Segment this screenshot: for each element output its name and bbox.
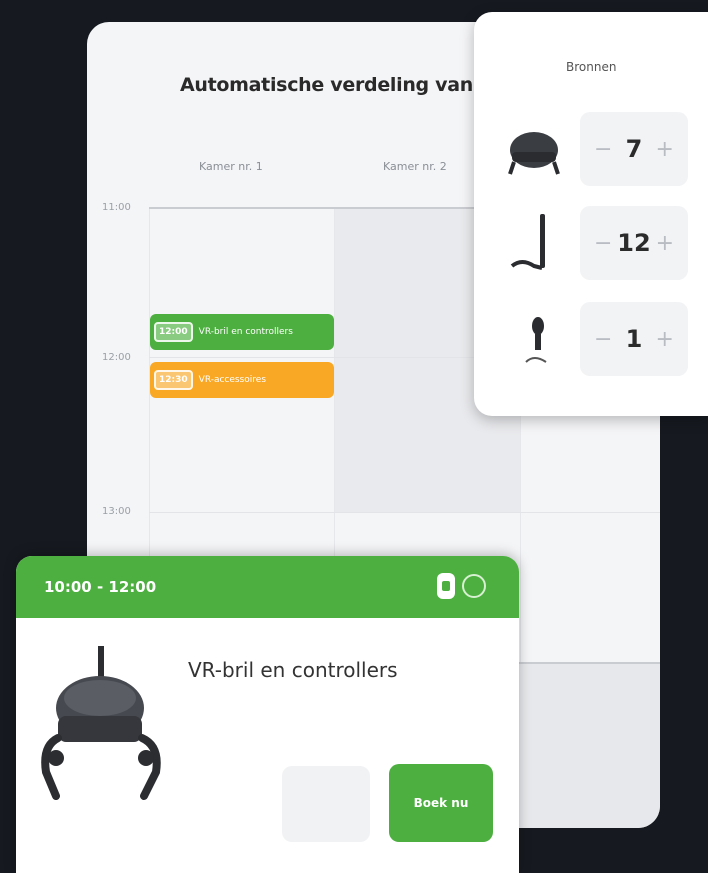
quantity-stepper-controller[interactable]: − 12 + [580, 206, 688, 280]
calendar-event[interactable]: 12:30 VR-accessoires [150, 362, 334, 398]
event-label: VR-bril en controllers [198, 327, 293, 337]
decrease-button[interactable]: − [594, 327, 612, 352]
book-now-button[interactable]: Boek nu [389, 764, 493, 842]
resources-panel: Bronnen − 7 + − 12 + − 1 + [474, 12, 708, 416]
quantity-value: 12 [617, 229, 651, 257]
quantity-value: 1 [625, 325, 643, 353]
secondary-button[interactable] [282, 766, 370, 842]
room-label-1: Kamer nr. 1 [199, 160, 263, 173]
resource-name: VR-bril en controllers [188, 658, 398, 682]
room-label-2: Kamer nr. 2 [383, 160, 447, 173]
vr-headset-image [41, 646, 161, 800]
calendar-event[interactable]: 12:00 VR-bril en controllers [150, 314, 334, 350]
vr-headset-icon [508, 132, 560, 175]
time-gridline [149, 512, 660, 513]
event-label: VR-accessoires [198, 375, 267, 385]
time-label: 11:00 [102, 202, 131, 213]
vr-accessory-icon [525, 317, 547, 363]
event-time: 12:00 [154, 322, 193, 342]
info-icon[interactable] [462, 574, 486, 598]
increase-button[interactable]: + [656, 137, 674, 162]
quantity-value: 7 [625, 135, 643, 163]
resources-title: Bronnen [566, 60, 617, 74]
booking-time-range: 10:00 - 12:00 [44, 578, 157, 596]
increase-button[interactable]: + [656, 231, 674, 256]
booking-card: 10:00 - 12:00 VR-bril en controllers Boe… [16, 556, 519, 873]
decrease-button[interactable]: − [594, 137, 612, 162]
quantity-stepper-headset[interactable]: − 7 + [580, 112, 688, 186]
decrease-button[interactable]: − [594, 231, 612, 256]
increase-button[interactable]: + [656, 327, 674, 352]
phone-icon[interactable] [437, 573, 455, 599]
time-label: 13:00 [102, 506, 131, 517]
quantity-stepper-accessory[interactable]: − 1 + [580, 302, 688, 376]
booking-header: 10:00 - 12:00 [16, 556, 519, 618]
vr-controller-icon [510, 214, 545, 270]
calendar-title: Automatische verdeling van [180, 74, 474, 96]
event-time: 12:30 [154, 370, 193, 390]
time-label: 12:00 [102, 352, 131, 363]
